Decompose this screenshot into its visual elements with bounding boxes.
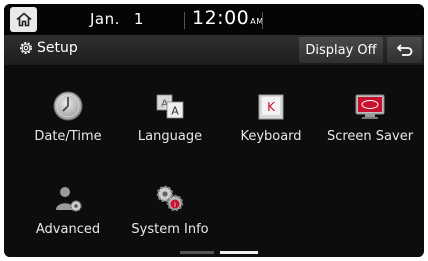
- screen-saver-icon: [355, 94, 385, 119]
- date-day: 1: [133, 10, 144, 28]
- clock-time: 12:00: [192, 7, 250, 29]
- page-title-label: Setup: [37, 40, 78, 56]
- settings-menu-grid: Date/Time A A Language K Keyboard Screen…: [4, 65, 424, 257]
- menu-item-label: Screen Saver: [326, 129, 414, 144]
- language-icon: A A: [156, 94, 184, 119]
- advanced-icon: [56, 187, 82, 212]
- display-off-button[interactable]: Display Off: [299, 37, 383, 63]
- menu-item-label: System Info: [131, 222, 209, 237]
- back-button[interactable]: [387, 37, 422, 63]
- title-bar: Setup Display Off: [4, 35, 424, 65]
- status-bar: Jan. 1 12:00AM: [4, 4, 424, 35]
- system-info-icon: i: [156, 185, 184, 212]
- page-indicator-1: [180, 251, 214, 254]
- menu-item-label: Advanced: [35, 222, 101, 237]
- svg-text:K: K: [267, 100, 276, 114]
- svg-text:A: A: [171, 105, 179, 118]
- screen: Jan. 1 12:00AM Setup Display Off Date/Ti…: [4, 4, 424, 257]
- menu-item-date-time[interactable]: Date/Time: [20, 80, 116, 152]
- menu-item-screen-saver[interactable]: Screen Saver: [322, 80, 418, 152]
- clock-display: 12:00AM: [192, 7, 264, 29]
- back-icon: [396, 44, 412, 56]
- page-title: Setup: [18, 40, 78, 56]
- menu-item-label: Keyboard: [240, 129, 302, 144]
- menu-item-label: Language: [137, 129, 203, 144]
- date-display: Jan. 1: [90, 10, 144, 28]
- clock-icon: [53, 91, 83, 121]
- home-button[interactable]: [10, 7, 37, 32]
- gear-icon: [20, 42, 32, 54]
- menu-item-keyboard[interactable]: K Keyboard: [223, 80, 319, 152]
- status-divider: [184, 12, 185, 29]
- menu-item-language[interactable]: A A Language: [122, 80, 218, 152]
- menu-item-system-info[interactable]: i System Info: [122, 173, 218, 245]
- page-indicator-2: [220, 251, 258, 254]
- status-divider: [262, 12, 263, 29]
- keyboard-icon: K: [258, 94, 284, 120]
- home-icon: [15, 12, 32, 27]
- date-month: Jan.: [90, 10, 120, 28]
- svg-text:i: i: [174, 201, 176, 209]
- menu-item-label: Date/Time: [34, 129, 102, 144]
- menu-item-advanced[interactable]: Advanced: [20, 173, 116, 245]
